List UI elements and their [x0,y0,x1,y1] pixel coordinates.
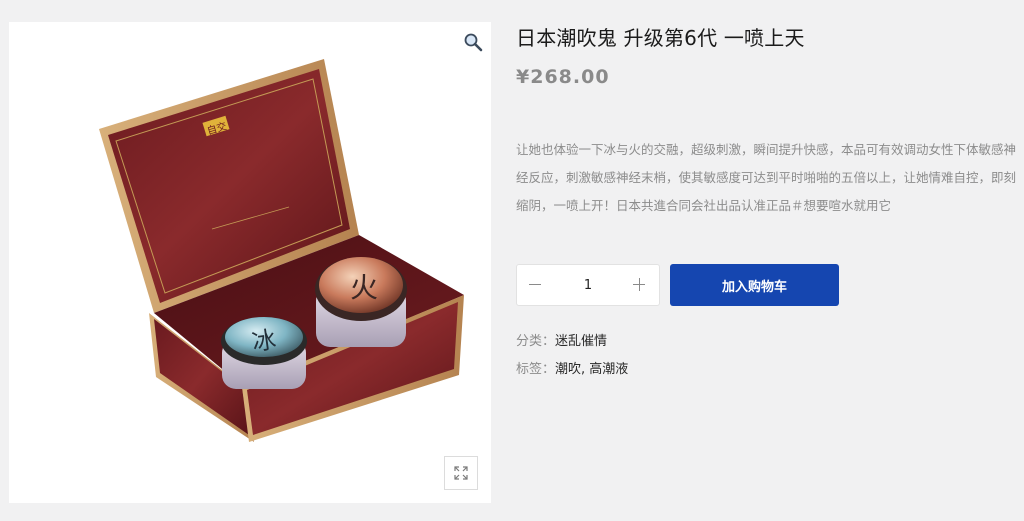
product-title: 日本潮吹鬼 升级第6代 一喷上天 [516,26,805,50]
category-label: 分类： [516,334,556,349]
magnifier-icon[interactable] [463,32,483,52]
jar-fire-char: 火 [350,271,378,304]
tags-row: 标签：潮吹, 高潮液 [516,356,628,384]
add-to-cart-button[interactable]: 加入购物车 [670,264,839,306]
product-price: ¥268.00 [516,66,610,88]
product-summary: 日本潮吹鬼 升级第6代 一喷上天 ¥268.00 让她也体验一下冰与火的交融，超… [516,22,1016,377]
tags-label: 标签： [516,362,556,377]
expand-image-button[interactable] [444,456,478,490]
tag-link[interactable]: 潮吹 [555,362,581,377]
quantity-stepper [516,264,660,306]
quantity-increase-button[interactable] [633,278,647,292]
expand-arrows-icon [454,466,468,480]
product-description: 让她也体验一下冰与火的交融，超级刺激，瞬间提升快感，本品可有效调动女性下体敏感神… [516,142,1017,213]
add-to-cart-row: 加入购物车 [516,264,839,306]
product-meta: 分类：迷乱催情 标签：潮吹, 高潮液 [516,328,628,384]
tag-link[interactable]: 高潮液 [589,362,628,377]
category-row: 分类：迷乱催情 [516,328,628,356]
category-link[interactable]: 迷乱催情 [555,334,607,349]
jar-ice-char: 冰 [250,325,278,356]
product-image[interactable]: 自交 火 冰 [94,57,464,442]
product-gallery: 自交 火 冰 [9,22,491,503]
quantity-input[interactable] [568,277,608,293]
quantity-decrease-button[interactable] [529,278,543,292]
